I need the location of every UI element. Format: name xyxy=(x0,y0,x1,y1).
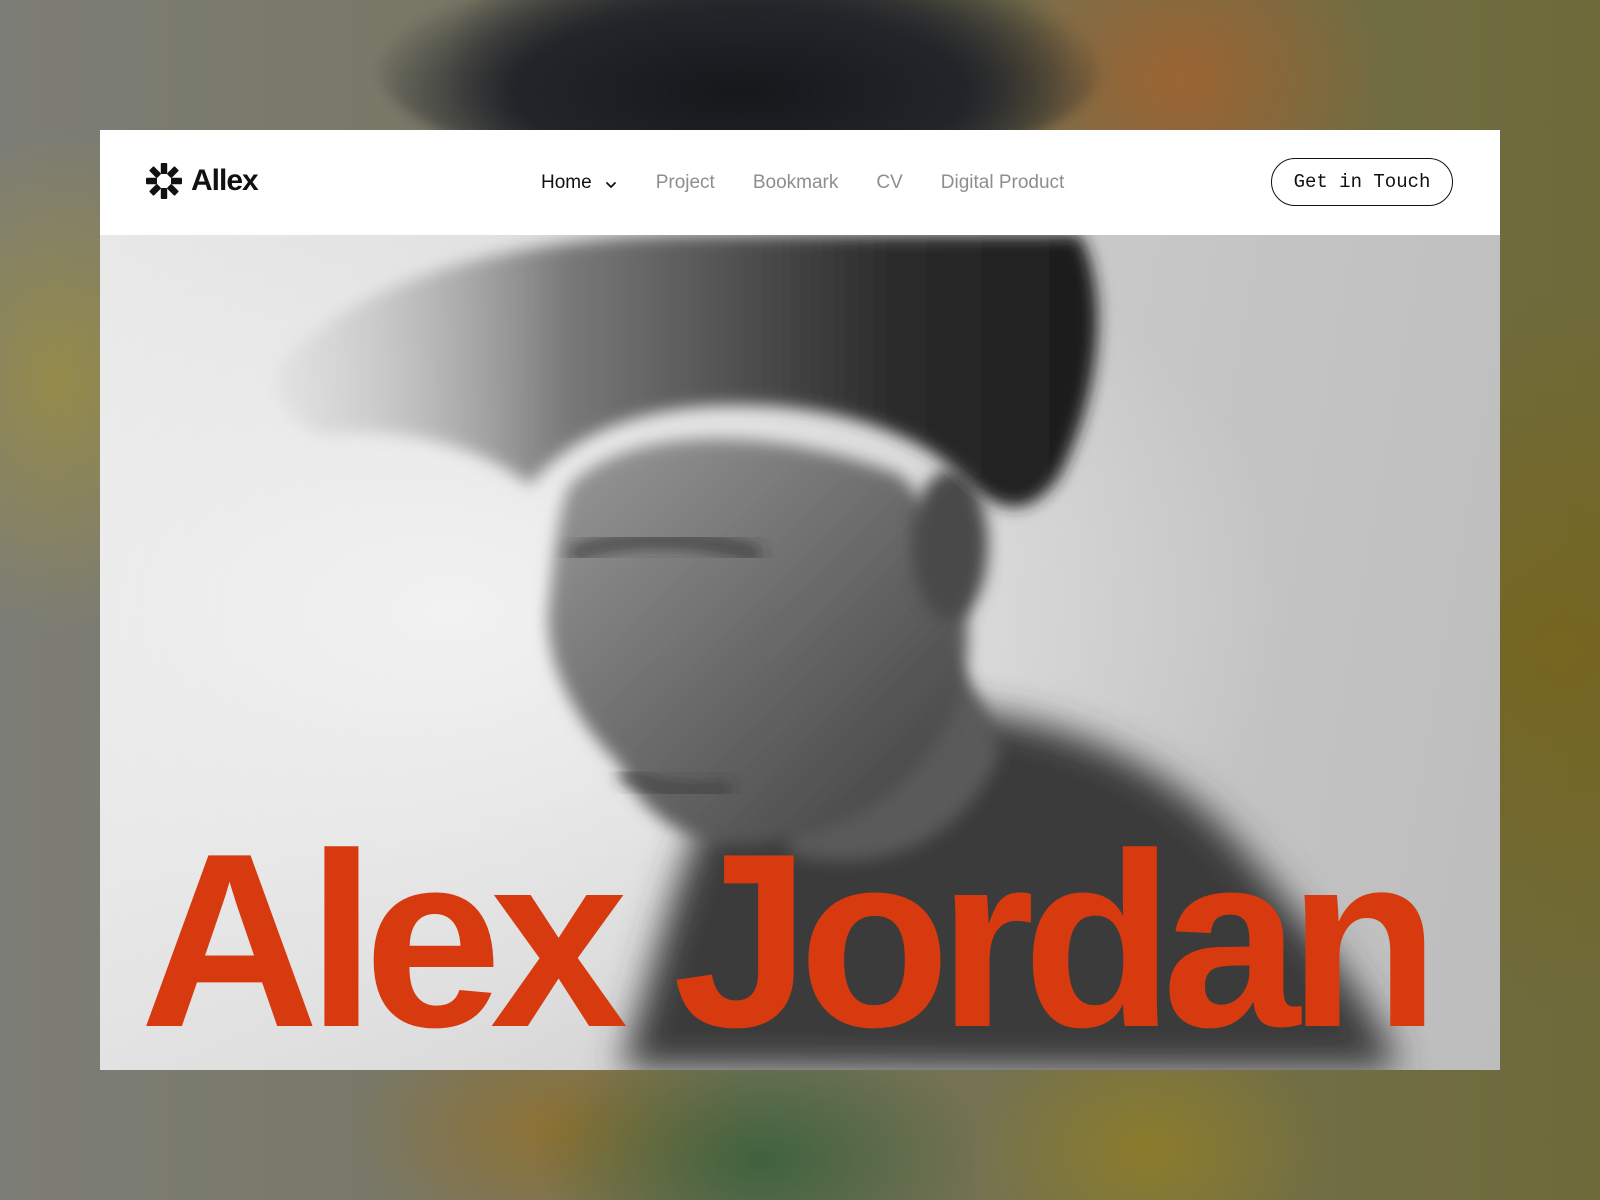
nav-item-cv[interactable]: CV xyxy=(876,172,902,194)
nav-item-label: Bookmark xyxy=(752,171,839,193)
nav-item-label: CV xyxy=(876,171,903,193)
nav-item-label: Project xyxy=(655,171,715,193)
asterisk-burst-icon xyxy=(145,162,183,200)
nav-item-digital-product[interactable]: Digital Product xyxy=(941,172,1065,194)
hero-name-heading: Alex Jordan xyxy=(140,801,1440,1070)
brand-logo[interactable]: Allex xyxy=(145,162,259,200)
nav-item-label: Digital Product xyxy=(940,171,1065,193)
navbar: Allex Home Project Bookmark CV Digital P… xyxy=(100,130,1500,235)
site-frame: Allex Home Project Bookmark CV Digital P… xyxy=(100,130,1500,1070)
hero-section: Alex Jordan xyxy=(100,235,1500,1070)
get-in-touch-button[interactable]: Get in Touch xyxy=(1271,158,1453,206)
nav-item-label: Home xyxy=(541,171,592,193)
nav-item-home[interactable]: Home xyxy=(541,172,618,194)
main-nav: Home Project Bookmark CV Digital Product xyxy=(541,130,1064,235)
nav-item-project[interactable]: Project xyxy=(656,172,715,194)
chevron-down-icon xyxy=(604,176,618,190)
nav-item-bookmark[interactable]: Bookmark xyxy=(753,172,839,194)
brand-name: Allex xyxy=(191,164,259,197)
